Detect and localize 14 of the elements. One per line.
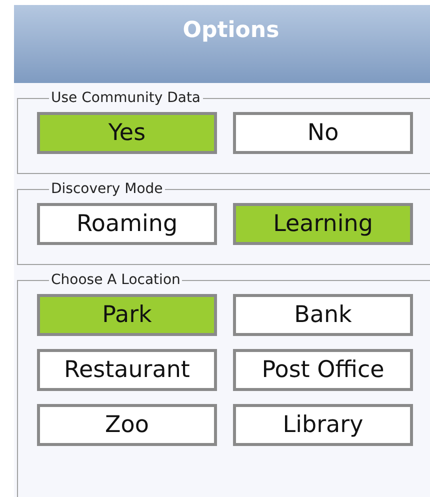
- option-button[interactable]: Park: [37, 294, 217, 336]
- option-button[interactable]: Post Office: [233, 349, 413, 391]
- option-button[interactable]: Zoo: [37, 404, 217, 446]
- group-legend: Use Community Data: [49, 90, 203, 106]
- option-button[interactable]: Yes: [37, 112, 217, 154]
- option-button[interactable]: Roaming: [37, 203, 217, 245]
- option-button[interactable]: No: [233, 112, 413, 154]
- option-button[interactable]: Learning: [233, 203, 413, 245]
- group-legend: Choose A Location: [49, 272, 182, 288]
- option-button[interactable]: Restaurant: [37, 349, 217, 391]
- header-title: Options: [182, 18, 280, 43]
- option-button[interactable]: Library: [233, 404, 413, 446]
- group-legend: Discovery Mode: [49, 181, 165, 197]
- option-button[interactable]: Bank: [233, 294, 413, 336]
